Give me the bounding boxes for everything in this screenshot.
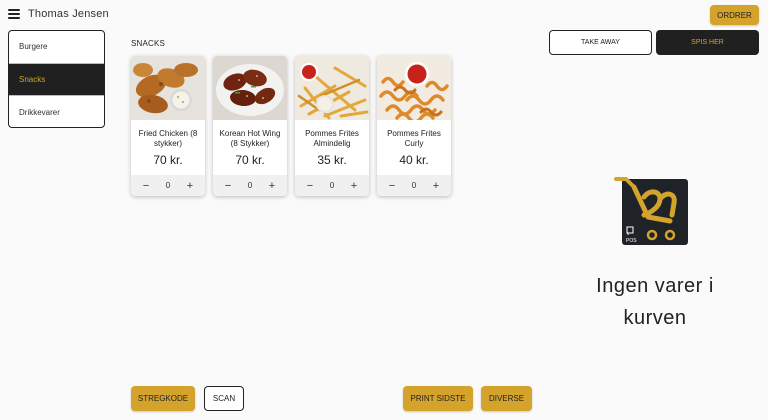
category-item-burgere[interactable]: Burgere [9, 31, 104, 64]
scan-button[interactable]: SCAN [204, 386, 244, 411]
increase-button[interactable]: + [429, 180, 443, 192]
product-price: 35 kr. [317, 153, 347, 167]
increase-button[interactable]: + [265, 180, 279, 192]
quantity-value: 0 [329, 181, 335, 190]
quantity-stepper: − 0 + [295, 175, 369, 196]
misc-button[interactable]: DIVERSE [481, 386, 532, 411]
fried-chicken-image [131, 56, 205, 120]
quantity-stepper: − 0 + [131, 175, 205, 196]
category-item-snacks[interactable]: Snacks [9, 63, 104, 97]
pos-logo-text: POS [626, 238, 637, 244]
print-last-button[interactable]: PRINT SIDSTE [403, 386, 473, 411]
pos-cart-logo-icon: POS [614, 177, 688, 245]
product-name: Fried Chicken (8 stykker) [138, 129, 198, 148]
decrease-button[interactable]: − [385, 180, 399, 192]
quantity-value: 0 [411, 181, 417, 190]
product-name: Pommes Frites Almindelig [305, 129, 359, 148]
korean-hot-wing-image [213, 56, 287, 120]
take-away-button[interactable]: TAKE AWAY [549, 30, 652, 55]
product-name: Pommes Frites Curly [387, 129, 441, 148]
decrease-button[interactable]: − [221, 180, 235, 192]
quantity-value: 0 [165, 181, 171, 190]
product-price: 70 kr. [235, 153, 265, 167]
product-card-korean-hot-wing[interactable]: Korean Hot Wing (8 Stykker) 70 kr. − 0 + [213, 56, 287, 196]
product-card-pommes-frites-curly[interactable]: Pommes Frites Curly 40 kr. − 0 + [377, 56, 451, 196]
quantity-stepper: − 0 + [213, 175, 287, 196]
spis-her-button[interactable]: SPIS HER [656, 30, 759, 55]
product-name: Korean Hot Wing (8 Stykker) [219, 129, 281, 148]
increase-button[interactable]: + [183, 180, 197, 192]
decrease-button[interactable]: − [303, 180, 317, 192]
quantity-stepper: − 0 + [377, 175, 451, 196]
decrease-button[interactable]: − [139, 180, 153, 192]
category-list: Burgere Snacks Drikkevarer [8, 30, 105, 128]
section-title: SNACKS [131, 39, 166, 48]
product-card-pommes-frites-almindelig[interactable]: Pommes Frites Almindelig 35 kr. − 0 + [295, 56, 369, 196]
french-fries-image [295, 56, 369, 120]
curly-fries-image [377, 56, 451, 120]
orders-button[interactable]: ORDRER [710, 5, 759, 25]
empty-cart-message: Ingen varer i kurven [596, 275, 714, 329]
quantity-value: 0 [247, 181, 253, 190]
barcode-button[interactable]: STREGKODE [131, 386, 195, 411]
user-name: Thomas Jensen [28, 8, 109, 20]
product-price: 70 kr. [153, 153, 183, 167]
product-price: 40 kr. [399, 153, 429, 167]
category-item-drikkevarer[interactable]: Drikkevarer [9, 96, 104, 127]
product-card-fried-chicken[interactable]: Fried Chicken (8 stykker) 70 kr. − 0 + [131, 56, 205, 196]
header: Thomas Jensen ORDRER [0, 0, 768, 30]
hamburger-menu-icon[interactable] [8, 9, 20, 19]
increase-button[interactable]: + [347, 180, 361, 192]
